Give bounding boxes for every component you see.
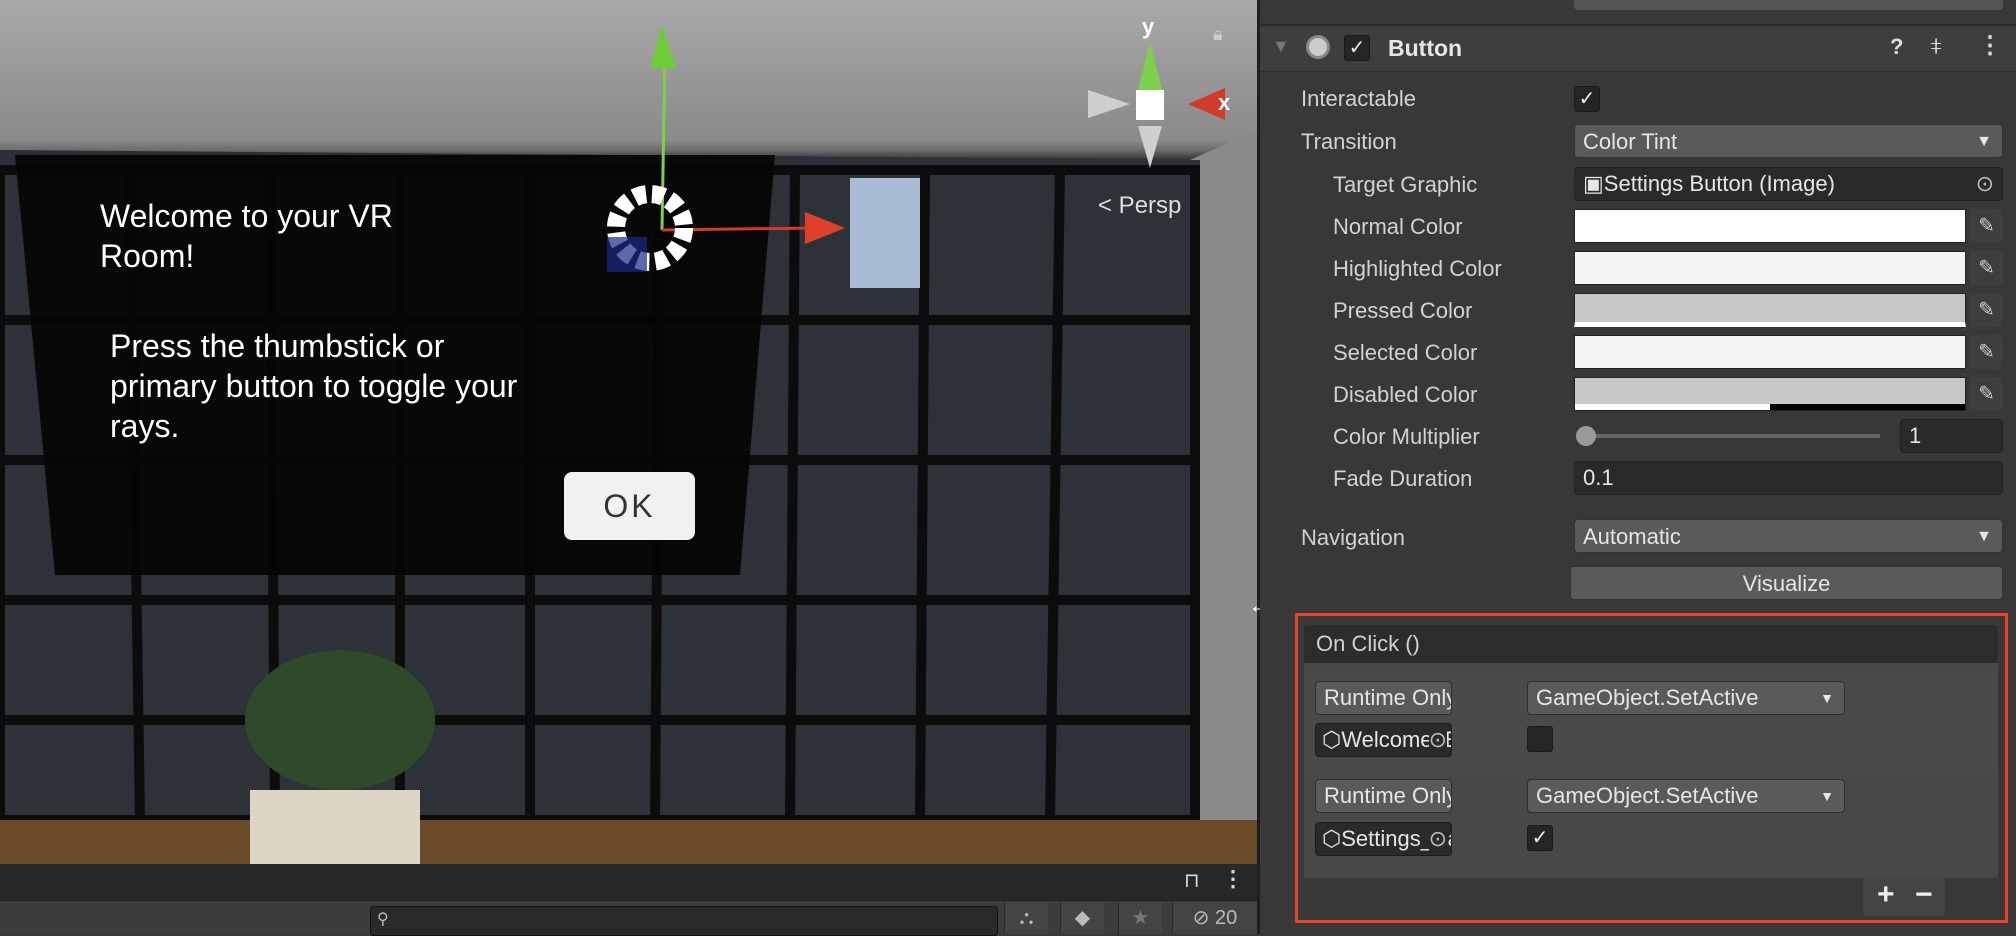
lock-icon[interactable]: 🔒︎: [1213, 24, 1223, 45]
color-multiplier-label: Color Multiplier: [1333, 424, 1480, 449]
eyedropper-icon[interactable]: ✎: [1970, 293, 2003, 327]
visualize-button[interactable]: Visualize: [1570, 566, 2003, 600]
search-icon: ⚲: [377, 911, 389, 928]
selected-color-swatch[interactable]: [1574, 335, 1966, 369]
interactable-checkbox[interactable]: ✓: [1574, 86, 1600, 112]
navigation-dropdown[interactable]: Automatic ▼: [1574, 519, 2003, 553]
welcome-body: Press the thumbstick or primary button t…: [110, 328, 518, 444]
navigation-label: Navigation: [1301, 525, 1405, 550]
transition-dropdown[interactable]: Color Tint ▼: [1574, 124, 2003, 158]
component-menu-icon[interactable]: ⋮: [1978, 31, 2002, 60]
presets-icon[interactable]: ⧧: [1930, 32, 1942, 60]
chevron-down-icon: ▼: [1976, 133, 1992, 150]
disabled-color-label: Disabled Color: [1333, 382, 1478, 407]
highlight-box: [1295, 613, 2008, 923]
highlighted-color-label: Highlighted Color: [1333, 256, 1502, 281]
transition-label: Transition: [1301, 129, 1397, 154]
eyedropper-icon[interactable]: ✎: [1970, 335, 2003, 369]
eyedropper-icon[interactable]: ✎: [1970, 251, 2003, 285]
filter-type-icon[interactable]: ⛬: [1004, 902, 1048, 934]
projection-toggle[interactable]: < Persp: [1098, 192, 1181, 220]
fade-duration-input[interactable]: 0.1: [1574, 461, 2003, 495]
interactable-label: Interactable: [1301, 86, 1416, 111]
component-title: Button: [1388, 35, 1463, 61]
pressed-color-label: Pressed Color: [1333, 298, 1473, 323]
chevron-down-icon: ▼: [1976, 528, 1992, 545]
navigation-value: Automatic: [1583, 524, 1681, 549]
eyedropper-icon[interactable]: ✎: [1970, 377, 2003, 411]
ok-button[interactable]: OK: [564, 472, 695, 540]
gizmo-y-label: y: [1142, 14, 1155, 39]
alpha-bar: [1575, 404, 1965, 410]
hidden-objects-toggle[interactable]: ⊘ 20: [1172, 902, 1257, 934]
fade-duration-label: Fade Duration: [1333, 466, 1473, 491]
component-enabled-checkbox[interactable]: ✓: [1344, 35, 1370, 61]
image-icon: ▣: [1583, 171, 1604, 196]
object-picker-icon[interactable]: ⊙: [1976, 168, 1994, 200]
favorite-star-icon[interactable]: ★: [1118, 902, 1162, 934]
eyedropper-icon[interactable]: ✎: [1970, 209, 2003, 243]
pressed-color-swatch[interactable]: [1574, 293, 1966, 327]
hierarchy-panel: ⊓ ⋮ ⚲ ⛬ ◆ ★ ⊘ 20: [0, 864, 1257, 936]
gizmo-x-label: x: [1218, 90, 1231, 115]
scene-view[interactable]: Welcome to your VR Room! Press the thumb…: [0, 0, 1257, 864]
previous-field: [1574, 0, 2003, 10]
normal-color-label: Normal Color: [1333, 214, 1463, 239]
target-graphic-value: Settings Button (Image): [1603, 171, 1835, 196]
more-menu-icon[interactable]: ⋮: [1222, 866, 1244, 892]
lock-icon[interactable]: ⊓: [1184, 868, 1200, 893]
transition-value: Color Tint: [1583, 129, 1678, 154]
color-multiplier-slider[interactable]: [1576, 426, 1880, 446]
hidden-count: 20: [1215, 907, 1238, 929]
search-input[interactable]: ⚲: [370, 906, 998, 936]
disabled-color-swatch[interactable]: [1574, 377, 1966, 411]
target-graphic-label: Target Graphic: [1333, 172, 1478, 197]
selected-color-label: Selected Color: [1333, 340, 1478, 365]
normal-color-swatch[interactable]: [1574, 209, 1966, 243]
help-icon[interactable]: ?: [1890, 34, 1903, 60]
label-tag-icon[interactable]: ◆: [1060, 902, 1104, 934]
eye-off-icon: ⊘: [1192, 907, 1210, 929]
color-multiplier-input[interactable]: 1: [1900, 419, 2003, 453]
foldout-arrow-icon[interactable]: ▼: [1272, 36, 1290, 57]
button-component-icon: [1306, 35, 1330, 59]
highlighted-color-swatch[interactable]: [1574, 251, 1966, 285]
component-header[interactable]: ▼ ✓ Button ? ⧧ ⋮: [1260, 24, 2016, 72]
welcome-title: Welcome to your VR Room!: [100, 198, 393, 274]
target-graphic-field[interactable]: ▣Settings Button (Image) ⊙: [1574, 167, 2003, 201]
